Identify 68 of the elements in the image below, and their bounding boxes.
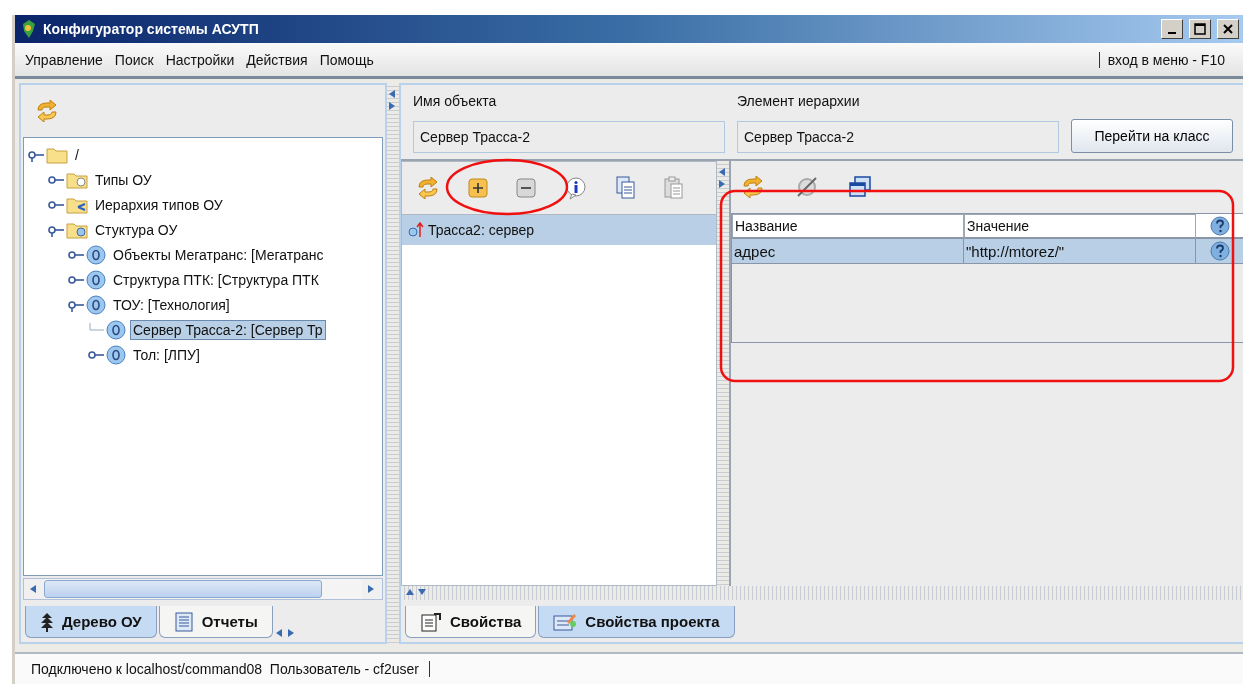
hierarchy-element-field[interactable]: Сервер Трасса-2 (737, 121, 1059, 153)
list-item[interactable]: Трасса2: сервер (402, 215, 716, 245)
menu-hint: вход в меню - F10 (1098, 51, 1239, 68)
field-label: Элемент иерархии (737, 93, 861, 109)
windows-icon[interactable] (849, 176, 871, 198)
refresh-icon[interactable] (35, 100, 59, 122)
menu-item[interactable]: Помощь (313, 51, 380, 68)
folder-icon (66, 195, 88, 214)
object-icon (86, 294, 106, 315)
project-icon (553, 611, 578, 632)
tab-scroll-left-icon[interactable] (274, 628, 285, 638)
add-button[interactable] (468, 178, 488, 198)
object-icon (106, 319, 126, 340)
tree-item[interactable]: Сервер Трасса-2: [Сервер Тр (130, 319, 326, 340)
collapse-left-icon[interactable] (388, 89, 398, 99)
folder-icon (66, 170, 88, 189)
object-name-field[interactable]: Сервер Трасса-2 (413, 121, 725, 153)
object-link-icon (408, 222, 424, 238)
collapse-left-icon[interactable] (718, 167, 728, 177)
window-title: Конфигуратор системы АСУТП (43, 21, 260, 37)
minimize-icon (1168, 32, 1176, 34)
report-icon (173, 611, 194, 632)
status-text: Подключено к localhost/command08 Пользователь - cf2user (31, 661, 431, 677)
help-icon (1209, 241, 1230, 261)
object-icon (106, 344, 126, 365)
hide-icon[interactable] (795, 175, 819, 199)
expand-up-icon[interactable] (405, 588, 415, 598)
maximize-button[interactable] (1189, 19, 1211, 39)
tab[interactable]: Свойства проекта (538, 606, 735, 638)
column-header[interactable]: Название (732, 214, 964, 239)
folder-icon (46, 145, 68, 164)
menu-item[interactable]: Управление (19, 51, 109, 68)
properties-icon (420, 611, 442, 632)
tree-item[interactable]: Структура ПТК: [Структура ПТК (110, 269, 322, 290)
app-logo-icon (21, 19, 37, 39)
minimize-button[interactable] (1161, 19, 1183, 39)
table-cell: адрес (732, 239, 964, 264)
copy-icon[interactable] (616, 176, 636, 200)
object-icon (86, 244, 106, 265)
tree-item[interactable]: Тол: [ЛПУ] (130, 344, 203, 365)
refresh-icon[interactable] (416, 177, 440, 199)
menu-item[interactable]: Действия (240, 51, 314, 68)
table-cell: "http://mtorez/" (964, 239, 1196, 264)
close-button[interactable] (1217, 19, 1239, 39)
tab[interactable]: Отчеты (158, 606, 273, 638)
field-label: Имя объекта (413, 93, 498, 109)
horizontal-scrollbar[interactable] (23, 578, 383, 600)
scroll-left-icon[interactable] (29, 584, 39, 594)
tab[interactable]: Дерево ОУ (25, 606, 157, 638)
close-icon (1222, 23, 1234, 35)
tree-icon (40, 611, 54, 632)
remove-button[interactable] (516, 178, 536, 198)
tree-item[interactable]: Объекты Мегатранс: [Мегатранс (110, 244, 327, 265)
tree-item[interactable]: / (72, 144, 82, 165)
help-icon (1209, 215, 1230, 236)
tree-item[interactable]: Типы ОУ (92, 169, 155, 190)
menu-item[interactable]: Поиск (108, 51, 160, 68)
tree-item[interactable]: Иерархия типов ОУ (92, 194, 226, 215)
object-icon (86, 269, 106, 290)
tree-item[interactable]: ТОУ: [Технология] (110, 294, 233, 315)
tree-item[interactable]: Стуктура ОУ (92, 219, 181, 240)
tab[interactable]: Свойства (405, 606, 537, 638)
menu-item[interactable]: Настройки (159, 51, 241, 68)
refresh-icon[interactable] (741, 176, 765, 198)
column-header[interactable]: Значение (964, 214, 1196, 239)
folder-icon (66, 220, 88, 239)
maximize-icon (1194, 23, 1206, 35)
goto-class-button[interactable]: Перейти на класс (1071, 119, 1233, 153)
